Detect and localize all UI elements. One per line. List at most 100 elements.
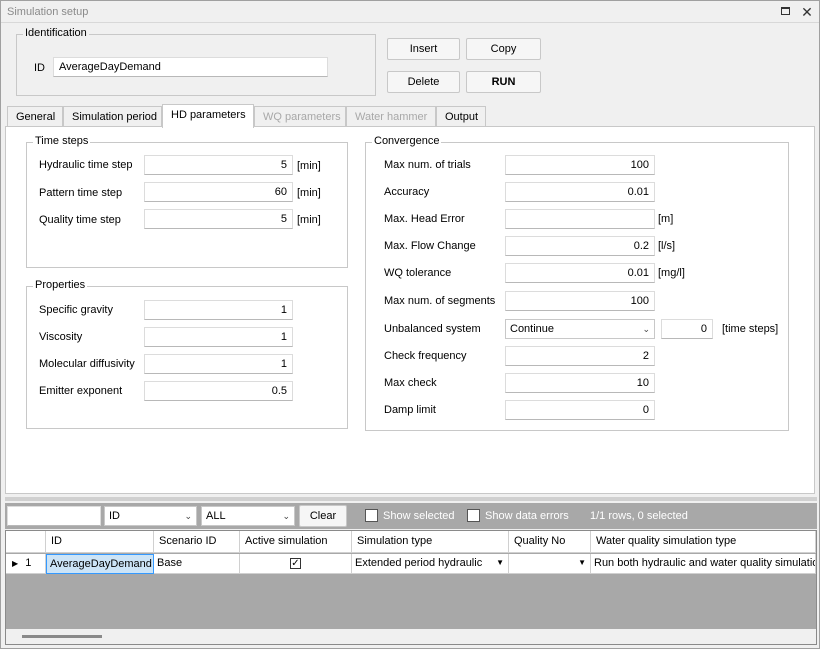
unbalanced-system-label: Unbalanced system: [384, 323, 481, 335]
max-check-label: Max check: [384, 377, 437, 389]
id-input[interactable]: AverageDayDemand: [53, 57, 328, 77]
copy-button[interactable]: Copy: [466, 38, 541, 60]
quality-time-step-label: Quality time step: [39, 214, 121, 226]
clear-button[interactable]: Clear: [299, 505, 347, 527]
wq-tolerance-input[interactable]: 0.01: [505, 263, 655, 283]
show-data-errors-label: Show data errors: [485, 510, 569, 522]
quality-time-step-input[interactable]: 5: [144, 209, 293, 229]
horizontal-scrollbar[interactable]: [6, 629, 816, 644]
scrollbar-thumb[interactable]: [22, 635, 102, 638]
unbalanced-system-select[interactable]: Continue ⌄: [505, 319, 655, 339]
column-header-id[interactable]: ID: [46, 531, 154, 553]
time-steps-group: Time steps Hydraulic time step 5 [min] P…: [26, 135, 348, 268]
chevron-down-icon: ⌄: [282, 511, 290, 521]
convergence-group: Convergence Max num. of trials 100 Accur…: [365, 135, 789, 431]
emitter-exponent-input[interactable]: 0.5: [144, 381, 293, 401]
max-check-input[interactable]: 10: [505, 373, 655, 393]
grid-search-input[interactable]: [7, 506, 101, 526]
wq-tolerance-unit: [mg/l]: [658, 267, 685, 279]
molecular-diffusivity-label: Molecular diffusivity: [39, 358, 135, 370]
tab-wq-parameters: WQ parameters: [254, 106, 346, 127]
check-icon[interactable]: ✓: [290, 558, 301, 569]
simulation-setup-window: Simulation setup ✕ Identification ID Ave…: [0, 0, 820, 649]
show-data-errors-checkbox[interactable]: [467, 509, 480, 522]
specific-gravity-label: Specific gravity: [39, 304, 113, 316]
row-index: 1: [25, 557, 32, 569]
flow-change-unit: [l/s]: [658, 240, 676, 252]
convergence-legend: Convergence: [372, 135, 442, 147]
column-header-wq-simulation-type[interactable]: Water quality simulation type: [591, 531, 816, 553]
table-cell-quality-no[interactable]: ▼: [509, 554, 591, 574]
emitter-exponent-label: Emitter exponent: [39, 385, 123, 397]
unbalanced-steps-input[interactable]: 0: [661, 319, 713, 339]
value-filter-select[interactable]: ALL ⌄: [201, 506, 295, 526]
row-indicator-header: [6, 531, 46, 553]
chevron-down-icon: ⌄: [184, 511, 192, 521]
show-selected-label: Show selected: [383, 510, 455, 522]
pattern-time-step-unit: [min]: [297, 187, 321, 199]
show-selected-checkbox[interactable]: [365, 509, 378, 522]
row-pointer-icon: ▶: [12, 559, 19, 568]
unbalanced-steps-unit: [time steps]: [722, 323, 779, 335]
column-header-active-simulation[interactable]: Active simulation: [240, 531, 352, 553]
dropdown-arrow-icon: ▼: [496, 558, 504, 567]
viscosity-input[interactable]: 1: [144, 327, 293, 347]
tab-hd-parameters[interactable]: HD parameters: [162, 104, 254, 128]
dropdown-arrow-icon: ▼: [578, 558, 586, 567]
hydraulic-time-step-label: Hydraulic time step: [39, 159, 133, 171]
head-error-label: Max. Head Error: [384, 213, 465, 225]
damp-limit-label: Damp limit: [384, 404, 436, 416]
pattern-time-step-input[interactable]: 60: [144, 182, 293, 202]
max-trials-input[interactable]: 100: [505, 155, 655, 175]
grid-status-text: 1/1 rows, 0 selected: [590, 510, 688, 522]
grid-toolbar: ID ⌄ ALL ⌄ Clear Show selected Show data…: [5, 503, 817, 529]
chevron-down-icon: ⌄: [642, 324, 650, 334]
column-header-simulation-type[interactable]: Simulation type: [352, 531, 509, 553]
table-cell-active[interactable]: ✓: [240, 554, 352, 574]
quality-time-step-unit: [min]: [297, 214, 321, 226]
molecular-diffusivity-input[interactable]: 1: [144, 354, 293, 374]
column-header-scenario-id[interactable]: Scenario ID: [154, 531, 240, 553]
check-frequency-input[interactable]: 2: [505, 346, 655, 366]
row-indicator[interactable]: ▶ 1: [6, 554, 46, 574]
delete-button[interactable]: Delete: [387, 71, 460, 93]
table-cell-wq-simulation-type[interactable]: Run both hydraulic and water quality sim…: [591, 554, 816, 574]
value-filter-value: ALL: [206, 510, 226, 522]
run-button[interactable]: RUN: [466, 71, 541, 93]
hydraulic-time-step-unit: [min]: [297, 160, 321, 172]
splitter[interactable]: [5, 497, 817, 501]
table-cell-id[interactable]: AverageDayDemand: [46, 554, 154, 574]
tab-simulation-period[interactable]: Simulation period: [63, 106, 162, 127]
identification-legend: Identification: [23, 27, 89, 39]
identification-group: Identification ID AverageDayDemand: [16, 27, 376, 96]
max-segments-label: Max num. of segments: [384, 295, 496, 307]
title-bar: Simulation setup ✕: [1, 1, 819, 23]
flow-change-label: Max. Flow Change: [384, 240, 476, 252]
column-header-quality-no[interactable]: Quality No: [509, 531, 591, 553]
tab-water-hammer: Water hammer: [346, 106, 436, 127]
insert-button[interactable]: Insert: [387, 38, 460, 60]
wq-tolerance-label: WQ tolerance: [384, 267, 452, 279]
damp-limit-input[interactable]: 0: [505, 400, 655, 420]
properties-group: Properties Specific gravity 1 Viscosity …: [26, 279, 348, 429]
hd-parameters-panel: Time steps Hydraulic time step 5 [min] P…: [5, 126, 815, 494]
column-filter-value: ID: [109, 510, 120, 522]
table-cell-scenario[interactable]: Base: [154, 554, 240, 574]
accuracy-label: Accuracy: [384, 186, 430, 198]
close-icon[interactable]: ✕: [799, 4, 815, 20]
time-steps-legend: Time steps: [33, 135, 91, 147]
properties-legend: Properties: [33, 279, 88, 291]
column-filter-select[interactable]: ID ⌄: [104, 506, 197, 526]
flow-change-input[interactable]: 0.2: [505, 236, 655, 256]
table-cell-simulation-type[interactable]: Extended period hydraulic ▼: [352, 554, 509, 574]
tab-general[interactable]: General: [7, 106, 63, 127]
head-error-input[interactable]: [505, 209, 655, 229]
simulation-type-value: Extended period hydraulic: [355, 557, 483, 569]
specific-gravity-input[interactable]: 1: [144, 300, 293, 320]
restore-icon[interactable]: [778, 4, 794, 20]
pattern-time-step-label: Pattern time step: [39, 187, 123, 199]
accuracy-input[interactable]: 0.01: [505, 182, 655, 202]
hydraulic-time-step-input[interactable]: 5: [144, 155, 293, 175]
max-segments-input[interactable]: 100: [505, 291, 655, 311]
tab-output[interactable]: Output: [436, 106, 486, 127]
